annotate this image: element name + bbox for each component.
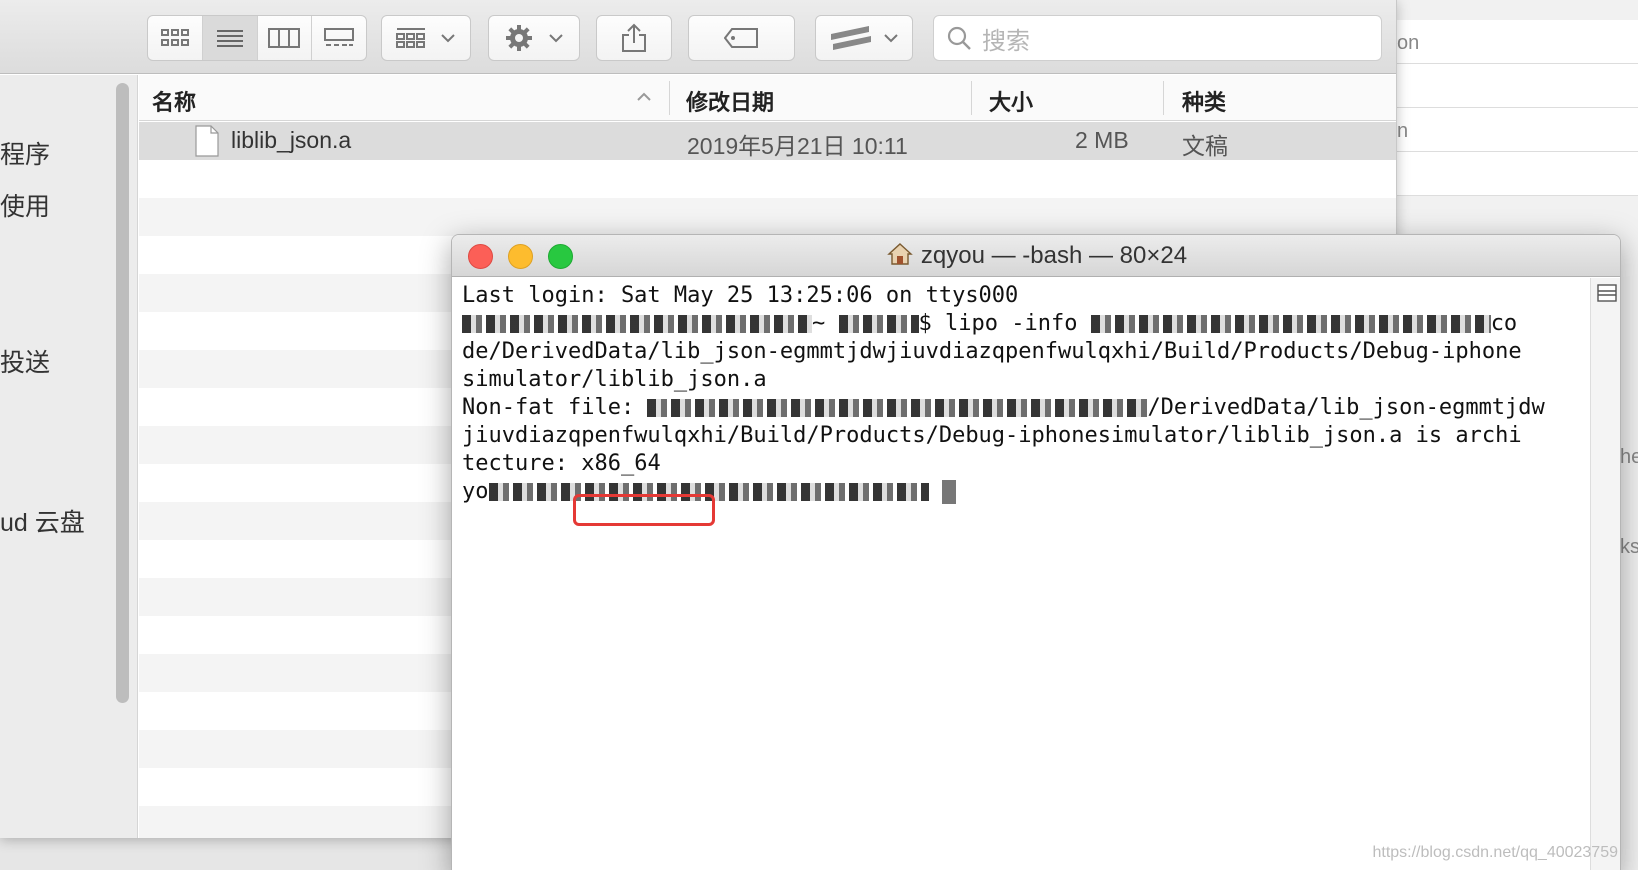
terminal-title-text: zqyou — -bash — 80×24 [920, 242, 1188, 269]
tag-icon [723, 28, 758, 48]
redacted-text [647, 399, 1148, 417]
terminal-line: jiuvdiazqpenfwulqxhi/Build/Products/Debu… [462, 422, 1578, 450]
search-field[interactable]: 搜索 [933, 15, 1382, 61]
terminal-text: co [1490, 311, 1518, 336]
gear-icon [506, 25, 532, 51]
chevron-down-icon [441, 34, 455, 43]
list-icon [216, 30, 243, 47]
sidebar-scrollbar[interactable] [116, 83, 129, 703]
background-row [1395, 152, 1638, 196]
list-stripe [139, 198, 1396, 236]
share-button[interactable] [596, 15, 672, 61]
list-view-button[interactable] [202, 16, 258, 60]
tags-button[interactable] [688, 15, 795, 61]
column-size-header[interactable]: 大小 [989, 85, 1033, 117]
chevron-down-icon [884, 34, 898, 43]
finder-toolbar: 搜索 [0, 0, 1396, 74]
finder-sidebar: 程序 使用 投送 ud 云盘 [0, 75, 138, 838]
background-row [1395, 64, 1638, 108]
terminal-titlebar[interactable]: zqyou — -bash — 80×24 [452, 235, 1620, 277]
group-grid-icon [396, 28, 425, 48]
view-mode-segmented-control [147, 15, 367, 61]
split-pane-icon [1597, 284, 1617, 302]
architecture-value: x86_64 [581, 451, 661, 476]
terminal-scrollbar[interactable] [1590, 278, 1620, 870]
column-kind-header[interactable]: 种类 [1182, 85, 1226, 117]
sublime-toolbar-button[interactable] [815, 15, 913, 61]
background-text: n [1397, 120, 1409, 142]
column-name-header[interactable]: 名称 [152, 85, 196, 117]
columns-icon [268, 28, 301, 48]
terminal-line: tecture: x86_64 [462, 450, 1578, 478]
column-separator [1163, 81, 1164, 115]
column-view-button[interactable] [258, 16, 313, 60]
terminal-text: Non-fat file: [462, 395, 648, 420]
terminal-window: zqyou — -bash — 80×24 Last login: Sat Ma… [451, 234, 1621, 870]
background-text: he [1620, 446, 1638, 468]
group-by-button[interactable] [381, 15, 471, 61]
terminal-line: de/DerivedData/lib_json-egmmtjdwjiuvdiaz… [462, 338, 1578, 366]
architecture-highlight-box [573, 494, 715, 526]
terminal-text: /DerivedData/lib_json-egmmtjdw [1147, 395, 1545, 420]
watermark: https://blog.csdn.net/qq_40023759 [1372, 844, 1618, 861]
file-size: 2 MB [1075, 127, 1129, 153]
terminal-line: Last login: Sat May 25 13:25:06 on ttys0… [462, 282, 1578, 310]
file-row-selected[interactable]: liblib_json.a 2019年5月21日 10:11 2 MB 文稿 [139, 122, 1396, 160]
column-separator [669, 81, 670, 115]
terminal-line: ~ $ lipo -info co [462, 310, 1578, 338]
chevron-down-icon [549, 34, 563, 43]
search-icon [947, 26, 971, 50]
file-name: liblib_json.a [231, 127, 352, 153]
terminal-text: ~ [812, 311, 839, 336]
background-text: ks [1620, 536, 1638, 558]
terminal-text: jiuvdiazqpenfwulqxhi/Build/Products/Debu… [462, 423, 1522, 448]
gallery-view-button[interactable] [312, 16, 366, 60]
file-date: 2019年5月21日 10:11 [687, 133, 908, 159]
document-icon [195, 125, 219, 157]
sort-ascending-icon [637, 92, 651, 101]
terminal-cursor [941, 480, 956, 504]
terminal-text: tecture: [462, 451, 582, 476]
terminal-text: Last login: Sat May 25 13:25:06 on ttys0… [462, 283, 1019, 308]
terminal-text: $ lipo -info [918, 311, 1091, 336]
sidebar-item-recents[interactable]: 使用 [0, 187, 50, 223]
redacted-text [838, 315, 919, 333]
action-menu-button[interactable] [488, 15, 580, 61]
background-row: on [1395, 20, 1638, 64]
terminal-title: zqyou — -bash — 80×24 [452, 242, 1620, 270]
sidebar-item-airdrop[interactable]: 投送 [0, 343, 50, 379]
background-text: on [1397, 32, 1420, 54]
gallery-icon [324, 28, 355, 46]
terminal-text: de/DerivedData/lib_json-egmmtjdwjiuvdiaz… [462, 339, 1522, 364]
sidebar-item-icloud-drive[interactable]: ud 云盘 [0, 503, 85, 539]
file-kind: 文稿 [1182, 133, 1228, 159]
terminal-text: yo [462, 479, 489, 504]
background-row: n [1395, 108, 1638, 152]
column-header: 名称 修改日期 大小 种类 [139, 75, 1396, 121]
redacted-text [462, 315, 812, 333]
terminal-output[interactable]: Last login: Sat May 25 13:25:06 on ttys0… [452, 278, 1588, 870]
grid-icon [160, 29, 189, 46]
terminal-line: Non-fat file: /DerivedData/lib_json-egmm… [462, 394, 1578, 422]
redacted-text [1090, 315, 1491, 333]
sidebar-item-applications[interactable]: 程序 [0, 135, 50, 171]
column-date-header[interactable]: 修改日期 [686, 85, 774, 117]
column-separator [971, 81, 972, 115]
search-placeholder: 搜索 [982, 27, 1030, 55]
home-icon [887, 243, 913, 265]
share-icon [622, 23, 646, 52]
sublime-text-icon [831, 26, 871, 50]
terminal-text: simulator/liblib_json.a [462, 367, 767, 392]
terminal-line: simulator/liblib_json.a [462, 366, 1578, 394]
icon-view-button[interactable] [148, 16, 203, 60]
